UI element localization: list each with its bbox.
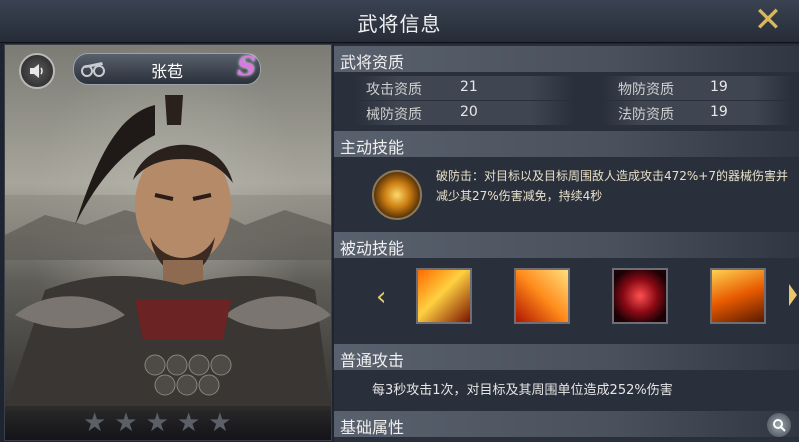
aptitude-value: 20	[460, 104, 478, 120]
speaker-icon	[30, 64, 43, 78]
chevron-right-icon[interactable]	[789, 284, 797, 306]
aptitude-row: 物防资质 19	[602, 76, 792, 100]
speaker-button[interactable]	[19, 53, 55, 89]
passive-skill-icon[interactable]	[514, 268, 570, 324]
aptitude-value: 19	[710, 104, 728, 120]
star-icon: ★	[208, 408, 232, 438]
star-icon: ★	[83, 408, 107, 438]
aptitude-label: 械防资质	[366, 107, 422, 123]
active-skill-title: 主动技能	[340, 138, 405, 157]
title-bar: 武将信息 ✕	[0, 0, 799, 43]
hero-art	[5, 95, 331, 410]
active-skill-header: 主动技能	[334, 131, 799, 157]
stars-bar: ★ ★ ★ ★ ★	[5, 406, 331, 440]
hero-name: 张苞	[150, 62, 183, 81]
active-skill-icon[interactable]	[372, 170, 422, 220]
aptitude-row: 攻击资质 21	[354, 76, 574, 100]
active-skill-description: 破防击：对目标以及目标周围敌人造成攻击472%+7的器械伤害并减少其27%伤害减…	[436, 169, 788, 203]
star-icon: ★	[114, 408, 138, 438]
zoom-button[interactable]	[767, 413, 791, 437]
star-rating: ★ ★ ★ ★ ★	[83, 410, 232, 436]
basic-attributes-title: 基础属性	[340, 418, 405, 437]
magnifier-icon	[773, 419, 786, 432]
passive-skill-icon[interactable]	[710, 268, 766, 324]
info-panel: 武将资质 攻击资质 21 物防资质 19 械防资质 20 法防资质 19 主动技…	[334, 44, 799, 442]
passive-skill-icon[interactable]	[416, 268, 472, 324]
aptitude-label: 攻击资质	[366, 82, 422, 98]
chevron-left-icon[interactable]: ‹	[376, 282, 386, 312]
close-icon[interactable]: ✕	[751, 3, 785, 38]
aptitude-row: 法防资质 19	[602, 101, 792, 125]
rank-badge: S	[237, 52, 256, 82]
name-plate: 张苞 S	[73, 52, 261, 85]
aptitude-row: 械防资质 20	[354, 101, 574, 125]
passive-skill-title: 被动技能	[340, 239, 405, 258]
basic-attributes-header[interactable]: 基础属性	[334, 411, 799, 437]
hero-portrait: 张苞 S ★ ★ ★ ★ ★	[4, 44, 332, 441]
aptitude-header: 武将资质	[334, 46, 799, 72]
passive-skill-header: 被动技能	[334, 232, 799, 258]
normal-attack-header: 普通攻击	[334, 344, 799, 370]
aptitude-title: 武将资质	[340, 53, 405, 72]
passive-skill-icon[interactable]	[612, 268, 668, 324]
aptitude-label: 物防资质	[618, 82, 674, 98]
normal-attack-description: 每3秒攻击1次，对目标及其周围单位造成252%伤害	[372, 383, 673, 398]
star-icon: ★	[145, 408, 169, 438]
aptitude-label: 法防资质	[618, 107, 674, 123]
window-title: 武将信息	[357, 12, 442, 36]
aptitude-value: 19	[710, 79, 728, 95]
aptitude-value: 21	[460, 79, 478, 95]
star-icon: ★	[176, 408, 201, 438]
normal-attack-title: 普通攻击	[340, 351, 405, 370]
